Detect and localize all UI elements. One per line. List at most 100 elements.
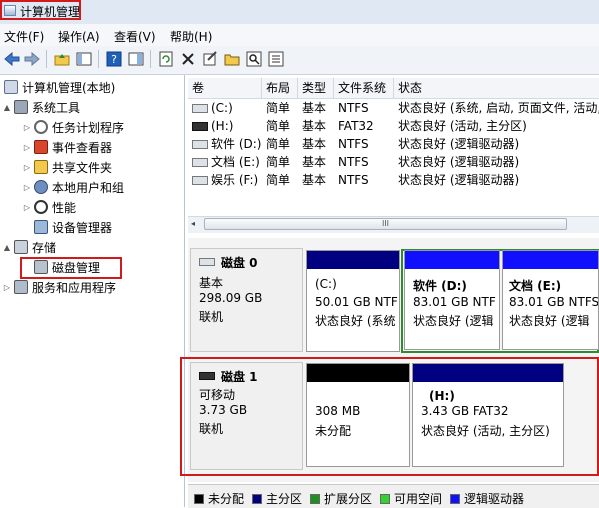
menu-view[interactable]: 查看(V) xyxy=(114,28,156,45)
tree-item-storage[interactable]: ▲ 存储 xyxy=(0,237,184,257)
collapse-triangle-icon[interactable]: ▷ xyxy=(22,163,32,172)
tree-item-shared-folders[interactable]: ▷ 共享文件夹 xyxy=(0,157,184,177)
removable-drive-icon xyxy=(192,122,208,131)
column-header-volume[interactable]: 卷 xyxy=(188,78,262,98)
refresh-icon[interactable] xyxy=(156,49,176,69)
tree-label-root: 计算机管理(本地) xyxy=(22,80,116,95)
expand-triangle-icon[interactable]: ▲ xyxy=(2,243,12,252)
cell-volume: (C:) xyxy=(211,101,233,115)
legend-item: 扩展分区 xyxy=(310,490,372,507)
search-icon[interactable] xyxy=(244,49,264,69)
open-folder-icon[interactable] xyxy=(222,49,242,69)
column-header-layout[interactable]: 布局 xyxy=(262,78,298,98)
back-icon[interactable] xyxy=(2,49,22,69)
cell-type: 基本 xyxy=(302,137,327,151)
cell-status: 状态良好 (逻辑驱动器) xyxy=(398,173,520,187)
legend-bar: 未分配 主分区 扩展分区 可用空间 逻辑驱动器 xyxy=(188,484,599,508)
properties-icon[interactable] xyxy=(200,49,220,69)
scrollbar-thumb[interactable]: III xyxy=(204,218,567,230)
partition-c[interactable]: (C:) 50.01 GB NTF 状态良好 (系统 xyxy=(306,250,400,352)
volume-list-header: 卷 布局 类型 文件系统 状态 xyxy=(188,78,599,99)
cell-type: 基本 xyxy=(302,173,327,187)
table-row[interactable]: (C:) 简单 基本 NTFS 状态良好 (系统, 启动, 页面文件, 活动, xyxy=(188,99,599,117)
tree-item-local-users[interactable]: ▷ 本地用户和组 xyxy=(0,177,184,197)
tree-item-system-tools[interactable]: ▲ 系统工具 xyxy=(0,97,184,117)
collapse-triangle-icon[interactable]: ▷ xyxy=(22,143,32,152)
menu-file[interactable]: 文件(F) xyxy=(4,28,44,45)
clock-icon xyxy=(34,120,48,134)
tree-item-event-viewer[interactable]: ▷ 事件查看器 xyxy=(0,137,184,157)
menu-action[interactable]: 操作(A) xyxy=(58,28,100,45)
performance-icon xyxy=(34,200,48,214)
tree-item-performance[interactable]: ▷ 性能 xyxy=(0,197,184,217)
partition-d[interactable]: 软件 (D:) 83.01 GB NTF 状态良好 (逻辑 xyxy=(404,250,500,350)
column-header-status[interactable]: 状态 xyxy=(394,78,599,98)
partition-c-status: 状态良好 (系统 xyxy=(315,314,396,328)
column-header-type[interactable]: 类型 xyxy=(298,78,334,98)
disk0-name: 磁盘 0 xyxy=(221,256,258,270)
forward-icon[interactable] xyxy=(22,49,42,69)
cell-type: 基本 xyxy=(302,119,327,133)
partition-d-size: 83.01 GB NTF xyxy=(413,295,496,309)
navigation-tree: 计算机管理(本地) ▲ 系统工具 ▷ 任务计划程序 ▷ 事件查看器 ▷ 共享文件… xyxy=(0,75,185,507)
disk0-info-card[interactable]: 磁盘 0 基本 298.09 GB 联机 xyxy=(190,248,303,352)
table-row[interactable]: (H:) 简单 基本 FAT32 状态良好 (活动, 主分区) xyxy=(188,117,599,135)
show-tree-icon[interactable] xyxy=(74,49,94,69)
title-highlight-box xyxy=(0,0,81,20)
tree-item-device-manager[interactable]: 设备管理器 xyxy=(0,217,184,237)
tree-item-task-scheduler[interactable]: ▷ 任务计划程序 xyxy=(0,117,184,137)
scroll-left-arrow-icon[interactable]: ◂ xyxy=(191,219,195,228)
tools-icon xyxy=(14,100,28,114)
toolbar-separator xyxy=(98,50,99,68)
partition-e-label: 文档 (E:) xyxy=(509,279,562,293)
cell-layout: 简单 xyxy=(266,137,291,151)
table-row[interactable]: 娱乐 (F:) 简单 基本 NTFS 状态良好 (逻辑驱动器) xyxy=(188,171,599,189)
legend-label: 逻辑驱动器 xyxy=(464,492,525,506)
legend-label: 扩展分区 xyxy=(324,492,373,506)
collapse-triangle-icon[interactable]: ▷ xyxy=(22,183,32,192)
column-header-filesystem[interactable]: 文件系统 xyxy=(334,78,394,98)
cell-volume: 娱乐 (F:) xyxy=(211,173,259,187)
collapse-triangle-icon[interactable]: ▷ xyxy=(22,203,32,212)
tree-label-storage: 存储 xyxy=(32,240,57,255)
device-manager-icon xyxy=(34,220,48,234)
drive-icon xyxy=(192,104,208,113)
toolbar-separator xyxy=(46,50,47,68)
partition-e[interactable]: 文档 (E:) 83.01 GB NTFS 状态良好 (逻辑 xyxy=(502,250,599,350)
cell-status: 状态良好 (活动, 主分区) xyxy=(398,119,527,133)
disk0-size: 298.09 GB xyxy=(199,291,263,305)
cell-layout: 简单 xyxy=(266,119,291,133)
users-icon xyxy=(34,180,48,194)
legend-label: 未分配 xyxy=(208,492,245,506)
table-row[interactable]: 软件 (D:) 简单 基本 NTFS 状态良好 (逻辑驱动器) xyxy=(188,135,599,153)
menu-help[interactable]: 帮助(H) xyxy=(170,28,212,45)
partition-d-label: 软件 (D:) xyxy=(413,279,467,293)
up-folder-icon[interactable] xyxy=(52,49,72,69)
tree-item-root[interactable]: 计算机管理(本地) xyxy=(0,77,184,97)
legend-swatch xyxy=(380,493,390,504)
expand-triangle-icon[interactable]: ▲ xyxy=(2,103,12,112)
delete-icon[interactable] xyxy=(178,49,198,69)
collapse-triangle-icon[interactable]: ▷ xyxy=(22,123,32,132)
help-icon[interactable]: ? xyxy=(104,49,124,69)
tree-label-task-scheduler: 任务计划程序 xyxy=(52,120,125,135)
tree-label-performance: 性能 xyxy=(52,200,77,215)
table-row[interactable]: 文档 (E:) 简单 基本 NTFS 状态良好 (逻辑驱动器) xyxy=(188,153,599,171)
svg-text:?: ? xyxy=(111,53,117,66)
tree-item-services[interactable]: ▷ 服务和应用程序 xyxy=(0,277,184,297)
cell-layout: 简单 xyxy=(266,155,291,169)
legend-item: 主分区 xyxy=(252,490,302,507)
storage-icon xyxy=(14,240,28,254)
properties-pane-icon[interactable] xyxy=(126,49,146,69)
event-viewer-icon xyxy=(34,140,48,154)
collapse-triangle-icon[interactable]: ▷ xyxy=(2,283,12,292)
settings-icon[interactable] xyxy=(266,49,286,69)
drive-icon xyxy=(192,140,208,149)
cell-filesystem: NTFS xyxy=(338,101,369,115)
cell-layout: 简单 xyxy=(266,101,291,115)
drive-icon xyxy=(192,176,208,185)
cell-type: 基本 xyxy=(302,101,327,115)
logical-drive-bar xyxy=(503,251,598,269)
cell-filesystem: NTFS xyxy=(338,155,369,169)
partition-c-size: 50.01 GB NTF xyxy=(315,295,398,309)
